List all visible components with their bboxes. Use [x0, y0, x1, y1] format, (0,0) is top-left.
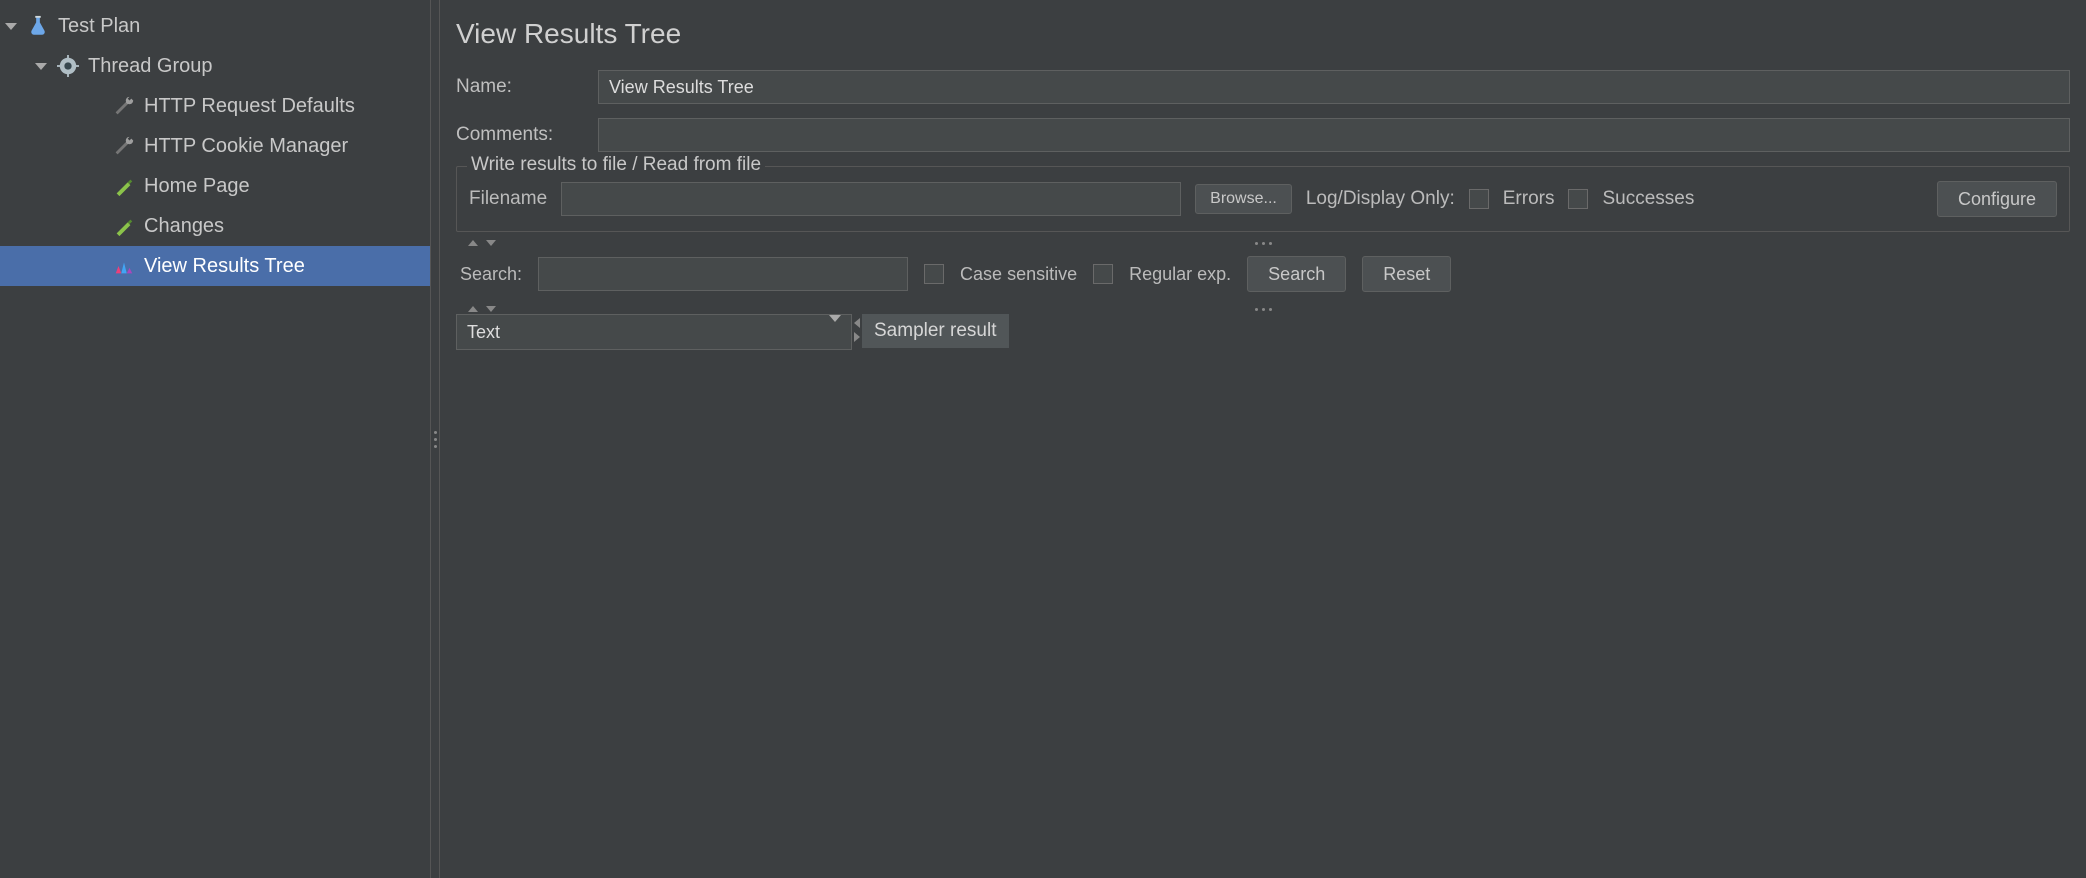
- sampler-icon: [112, 174, 136, 198]
- sampler-icon: [112, 214, 136, 238]
- renderer-combo[interactable]: Text: [456, 314, 852, 350]
- regex-label: Regular exp.: [1129, 264, 1231, 285]
- gear-icon: [56, 54, 80, 78]
- sampler-result-area[interactable]: [862, 352, 2070, 878]
- fieldset-legend: Write results to file / Read from file: [467, 154, 765, 176]
- search-button[interactable]: Search: [1247, 256, 1346, 292]
- tree-item-changes[interactable]: Changes: [0, 206, 430, 246]
- configure-button[interactable]: Configure: [1937, 181, 2057, 217]
- results-left-column: Text: [456, 314, 852, 878]
- chevron-down-icon: [829, 322, 841, 343]
- name-input[interactable]: [598, 70, 2070, 104]
- tree-item-thread-group[interactable]: Thread Group: [0, 46, 430, 86]
- tab-sampler-result[interactable]: Sampler result: [862, 314, 1009, 350]
- panel-title: View Results Tree: [456, 18, 2070, 50]
- results-area: Text Sampler result: [456, 314, 2070, 878]
- expand-toggle[interactable]: [34, 63, 48, 70]
- reset-button[interactable]: Reset: [1362, 256, 1451, 292]
- tree-item-cookie-manager[interactable]: HTTP Cookie Manager: [0, 126, 430, 166]
- comments-row: Comments:: [456, 118, 2070, 152]
- tree-label: View Results Tree: [144, 255, 305, 278]
- horizontal-splitter-1[interactable]: [456, 238, 2070, 248]
- chart-icon: [112, 254, 136, 278]
- renderer-value: Text: [467, 322, 500, 343]
- horizontal-splitter-2[interactable]: [456, 304, 2070, 314]
- name-label: Name:: [456, 76, 586, 98]
- expand-toggle[interactable]: [4, 23, 18, 30]
- successes-checkbox[interactable]: [1568, 189, 1588, 209]
- filename-label: Filename: [469, 188, 547, 210]
- browse-button[interactable]: Browse...: [1195, 184, 1292, 214]
- tree-label: HTTP Request Defaults: [144, 95, 355, 118]
- tree-label: HTTP Cookie Manager: [144, 135, 348, 158]
- tree-item-view-results[interactable]: View Results Tree: [0, 246, 430, 286]
- comments-label: Comments:: [456, 124, 586, 146]
- search-bar: Search: Case sensitive Regular exp. Sear…: [456, 248, 2070, 304]
- tree-label: Changes: [144, 215, 224, 238]
- tree-item-home-page[interactable]: Home Page: [0, 166, 430, 206]
- tree-item-test-plan[interactable]: Test Plan: [0, 6, 430, 46]
- case-sensitive-label: Case sensitive: [960, 264, 1077, 285]
- tree-label: Home Page: [144, 175, 250, 198]
- case-sensitive-checkbox[interactable]: [924, 264, 944, 284]
- errors-label: Errors: [1503, 188, 1555, 210]
- wrench-icon: [112, 134, 136, 158]
- vertical-splitter[interactable]: [430, 0, 440, 878]
- tree-label: Thread Group: [88, 55, 213, 78]
- tree-item-http-defaults[interactable]: HTTP Request Defaults: [0, 86, 430, 126]
- regex-checkbox[interactable]: [1093, 264, 1113, 284]
- search-input[interactable]: [538, 257, 908, 291]
- tab-strip: Sampler result: [862, 314, 2070, 352]
- errors-checkbox[interactable]: [1469, 189, 1489, 209]
- flask-icon: [26, 14, 50, 38]
- write-results-fieldset: Write results to file / Read from file F…: [456, 166, 2070, 232]
- inner-vertical-splitter[interactable]: [852, 314, 862, 878]
- search-label: Search:: [460, 264, 522, 285]
- tree-label: Test Plan: [58, 15, 140, 38]
- log-display-label: Log/Display Only:: [1306, 188, 1455, 210]
- main-panel: View Results Tree Name: Comments: Write …: [440, 0, 2086, 878]
- wrench-icon: [112, 94, 136, 118]
- name-row: Name:: [456, 70, 2070, 104]
- filename-input[interactable]: [561, 182, 1181, 216]
- comments-input[interactable]: [598, 118, 2070, 152]
- results-right-column: Sampler result: [862, 314, 2070, 878]
- tree-panel: Test Plan Thread Group HTTP Request Defa…: [0, 0, 430, 878]
- successes-label: Successes: [1602, 188, 1694, 210]
- results-tree-area[interactable]: [456, 350, 852, 878]
